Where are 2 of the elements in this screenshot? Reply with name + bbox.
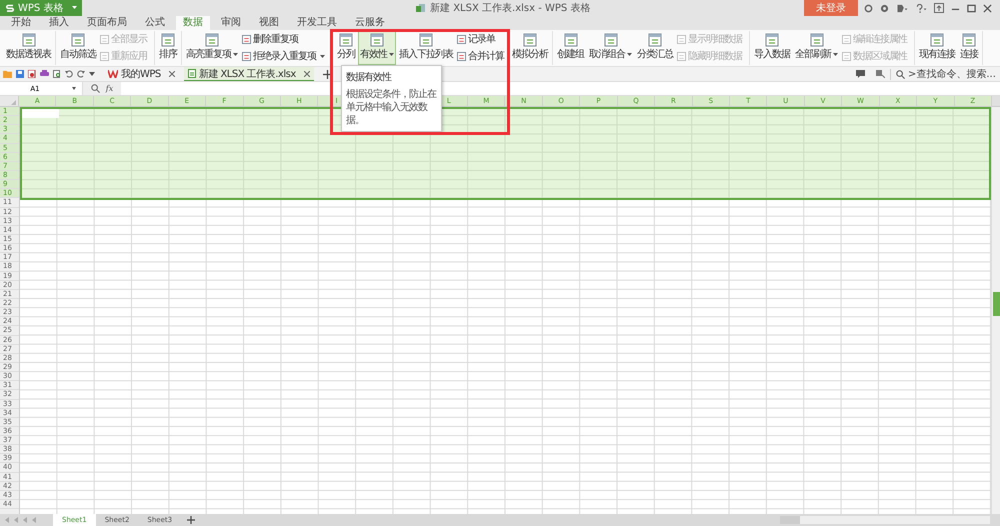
tooltip-title: 数据有效性 (346, 70, 392, 84)
window-title: 新建 XLSX 工作表.xlsx - WPS 表格 (430, 2, 590, 15)
